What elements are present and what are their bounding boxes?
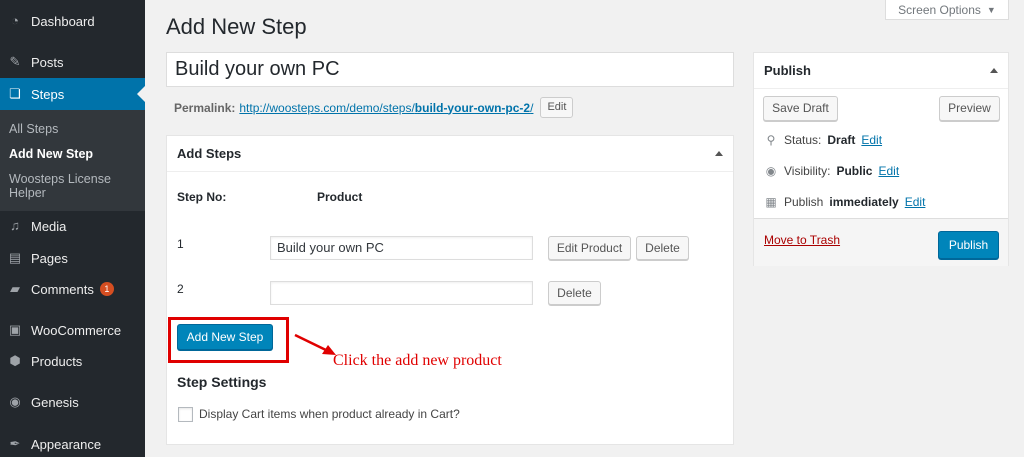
- sidebar-item-genesis[interactable]: ◉ Genesis: [0, 386, 145, 418]
- title-input[interactable]: Build your own PC: [166, 52, 734, 87]
- move-to-trash-link[interactable]: Move to Trash: [764, 233, 840, 247]
- sidebar-item-pages[interactable]: ▤ Pages: [0, 242, 145, 274]
- schedule-edit-link[interactable]: Edit: [905, 195, 926, 209]
- save-draft-button[interactable]: Save Draft: [763, 96, 838, 121]
- status-edit-link[interactable]: Edit: [861, 133, 882, 147]
- pin-icon: ✎: [9, 54, 21, 69]
- comments-count-badge: 1: [99, 282, 114, 296]
- media-icon: ♫: [10, 218, 20, 233]
- step-product-input[interactable]: [270, 281, 533, 305]
- permalink-bar: Permalink: http://woosteps.com/demo/step…: [174, 97, 574, 118]
- sidebar-item-comments[interactable]: ▰ Comments 1: [0, 273, 145, 305]
- permalink-label: Permalink:: [174, 100, 236, 115]
- submenu-add-new-step[interactable]: Add New Step: [9, 147, 93, 161]
- step-number: 1: [177, 237, 184, 251]
- submenu-all-steps[interactable]: All Steps: [9, 122, 58, 136]
- sidebar-item-dashboard[interactable]: ◔ Dashboard: [0, 5, 145, 37]
- products-icon: ⬢: [9, 353, 21, 368]
- preview-button[interactable]: Preview: [939, 96, 1000, 121]
- edit-product-button[interactable]: Edit Product: [548, 236, 631, 260]
- page-title: Add New Step: [166, 14, 307, 39]
- calendar-icon: ▦: [765, 195, 777, 209]
- sidebar-item-appearance[interactable]: ✒ Appearance: [0, 428, 145, 457]
- add-steps-box: Add Steps Step No: Product 1 Build your …: [166, 135, 734, 445]
- eye-icon: ◉: [765, 164, 777, 178]
- pin-icon: ⚲: [766, 133, 776, 147]
- woocommerce-icon: ▣: [8, 322, 22, 337]
- appearance-icon: ✒: [9, 436, 21, 451]
- sidebar-item-posts[interactable]: ✎ Posts: [0, 46, 145, 78]
- permalink-link[interactable]: http://woosteps.com/demo/steps/build-you…: [239, 101, 533, 115]
- pages-icon: ▤: [8, 250, 22, 265]
- steps-icon: ❏: [9, 86, 21, 101]
- submenu-woosteps-license[interactable]: Woosteps License: [9, 172, 111, 186]
- annotation-highlight-box: [168, 317, 289, 363]
- comments-icon: ▰: [10, 281, 20, 296]
- caret-down-icon: ▼: [986, 4, 996, 15]
- delete-step-button[interactable]: Delete: [636, 236, 689, 260]
- steps-submenu: All Steps Add New Step Woosteps License …: [0, 110, 145, 211]
- sidebar-item-media[interactable]: ♫ Media: [0, 210, 145, 242]
- status-row: ⚲ Status: Draft Edit: [764, 133, 882, 147]
- publish-box: Publish Save Draft Preview ⚲ Status: Dra…: [753, 52, 1009, 266]
- annotation-text: Click the add new product: [333, 352, 502, 369]
- step-no-header: Step No:: [177, 190, 227, 204]
- publish-button[interactable]: Publish: [938, 231, 999, 259]
- admin-sidebar: ◔ Dashboard ✎ Posts ❏ Steps All Steps Ad…: [0, 0, 145, 457]
- publish-actions: Move to Trash Publish: [754, 218, 1008, 266]
- step-number: 2: [177, 282, 184, 296]
- genesis-icon: ◉: [9, 394, 21, 409]
- sidebar-item-steps[interactable]: ❏ Steps: [0, 78, 145, 110]
- step-settings-heading: Step Settings: [177, 374, 267, 390]
- screen-options-button[interactable]: Screen Options ▼: [885, 0, 1009, 20]
- schedule-row: ▦ Publish immediately Edit: [765, 195, 926, 209]
- permalink-edit-button[interactable]: Edit: [540, 97, 574, 118]
- product-header: Product: [317, 190, 363, 204]
- sidebar-item-products[interactable]: ⬢ Products: [0, 345, 145, 377]
- dashboard-icon: ◔: [11, 13, 19, 28]
- add-steps-header[interactable]: Add Steps: [167, 136, 733, 172]
- visibility-row: ◉ Visibility: Public Edit: [765, 164, 900, 178]
- display-cart-label: Display Cart items when product already …: [199, 407, 460, 421]
- collapse-arrow-icon[interactable]: [715, 151, 723, 156]
- display-cart-checkbox[interactable]: [178, 407, 193, 422]
- publish-header[interactable]: Publish: [754, 53, 1008, 89]
- sidebar-item-woocommerce[interactable]: ▣ WooCommerce: [0, 314, 145, 346]
- submenu-helper[interactable]: Helper: [9, 186, 46, 200]
- step-product-input[interactable]: Build your own PC: [270, 236, 533, 260]
- collapse-arrow-icon[interactable]: [990, 68, 998, 73]
- visibility-edit-link[interactable]: Edit: [878, 164, 899, 178]
- delete-step-button[interactable]: Delete: [548, 281, 601, 305]
